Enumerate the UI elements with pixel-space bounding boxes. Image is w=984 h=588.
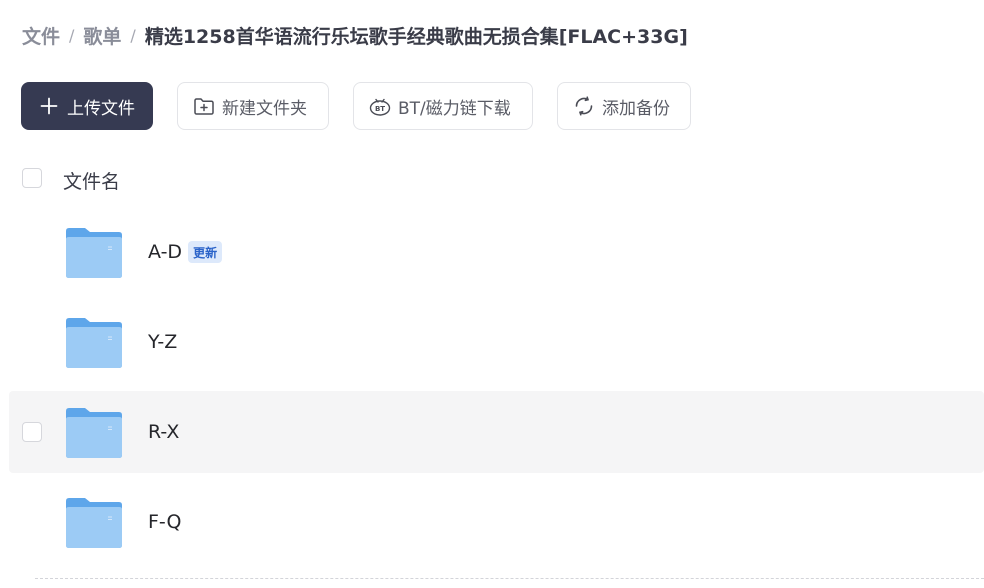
file-name[interactable]: A-D: [148, 241, 182, 263]
breadcrumb-separator: /: [69, 25, 75, 45]
select-all-checkbox[interactable]: [22, 168, 42, 188]
file-row[interactable]: F-Q: [9, 481, 984, 563]
breadcrumb-item-playlist[interactable]: 歌单: [83, 22, 121, 49]
breadcrumb-current-folder: 精选1258首华语流行乐坛歌手经典歌曲无损合集[FLAC+33G]: [144, 25, 688, 48]
new-folder-button[interactable]: 新建文件夹: [177, 82, 329, 130]
list-divider: [35, 578, 984, 579]
folder-icon: [66, 408, 122, 458]
upload-file-label: 上传文件: [67, 98, 135, 119]
bt-magnet-download-label: BT/磁力链下载: [398, 98, 511, 119]
filename-column-header[interactable]: 文件名: [63, 167, 120, 194]
breadcrumb-separator: /: [130, 25, 136, 45]
folder-icon: [66, 498, 122, 548]
breadcrumb-item-files[interactable]: 文件: [22, 22, 60, 49]
update-badge: 更新: [188, 241, 223, 263]
file-row[interactable]: R-X: [9, 391, 984, 473]
bt-magnet-download-button[interactable]: BT BT/磁力链下载: [353, 82, 533, 130]
breadcrumb: 文件 / 歌单 / 精选1258首华语流行乐坛歌手经典歌曲无损合集[FLAC+3…: [22, 22, 688, 48]
folder-add-icon: [192, 94, 216, 118]
add-backup-button[interactable]: 添加备份: [557, 82, 691, 130]
file-name[interactable]: F-Q: [148, 511, 181, 533]
file-browser: 文件 / 歌单 / 精选1258首华语流行乐坛歌手经典歌曲无损合集[FLAC+3…: [0, 0, 984, 588]
file-name[interactable]: R-X: [148, 421, 179, 443]
file-row[interactable]: Y-Z: [9, 301, 984, 383]
new-folder-label: 新建文件夹: [222, 98, 307, 119]
row-checkbox[interactable]: [22, 422, 42, 442]
folder-icon: [66, 228, 122, 278]
add-backup-label: 添加备份: [602, 98, 670, 119]
sync-icon: [572, 94, 596, 118]
plus-icon: [37, 94, 61, 118]
svg-text:BT: BT: [375, 105, 385, 113]
bt-icon: BT: [368, 94, 392, 118]
file-row[interactable]: A-D 更新: [9, 211, 984, 293]
file-name[interactable]: Y-Z: [148, 331, 177, 353]
upload-file-button[interactable]: 上传文件: [21, 82, 153, 130]
folder-icon: [66, 318, 122, 368]
